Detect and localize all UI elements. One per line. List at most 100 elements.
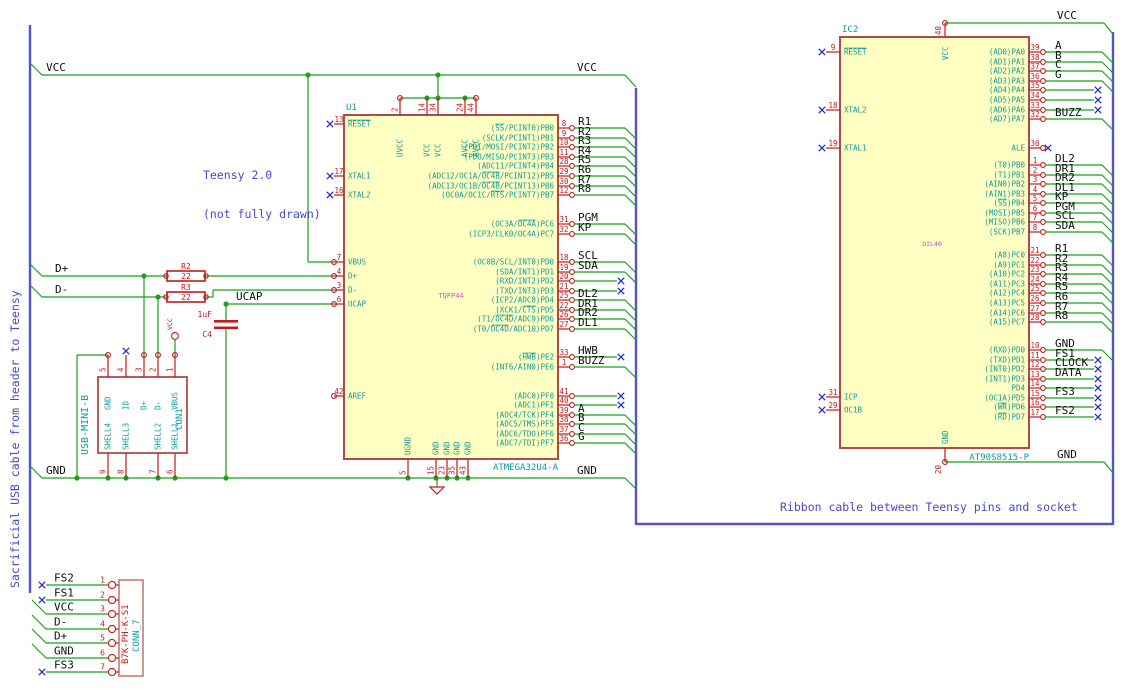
pin-number: 31 [559, 215, 568, 224]
pin-number: 15 [427, 466, 436, 475]
pin-name: GND [464, 441, 473, 455]
pin-name: GND [104, 396, 113, 410]
pin-number: 6 [100, 649, 105, 658]
pin-name: VBUS [348, 258, 367, 267]
pin-name: GND [453, 441, 462, 455]
pin-end-circle [1040, 78, 1046, 84]
pin-end-circle [569, 412, 575, 418]
pin-name: SHELL3 [122, 423, 131, 450]
connector-pad [107, 609, 117, 619]
net-label: R8 [578, 182, 591, 195]
bus-entry [1101, 164, 1114, 177]
pin-number: 30 [1030, 139, 1040, 148]
pin-name: (AD2)PA2 [989, 67, 1025, 76]
pin-number: 39 [1030, 43, 1039, 52]
pin-number: 2 [1033, 166, 1038, 175]
ground-symbol [428, 486, 446, 495]
pin-number: 1 [166, 367, 175, 372]
pin-name: AVCC [472, 139, 481, 157]
pin-number: 31 [828, 388, 837, 397]
note-teensy-line1: Teensy 2.0 [203, 168, 273, 182]
pin-name: ICP [844, 393, 858, 402]
pin-end-circle [1040, 210, 1046, 216]
pin-number: 21 [559, 282, 568, 291]
pin-number: 18 [559, 253, 569, 262]
pin-number: 9 [562, 129, 567, 138]
pin-number: 32 [559, 225, 568, 234]
pin-name: (A11)PC3 [989, 280, 1025, 289]
pin-end-circle [569, 421, 575, 427]
pin-number: 37 [1030, 62, 1039, 71]
pin-name: (T0/OC4D/ADC10)PD7 [473, 325, 554, 334]
pin-number: 24 [1030, 275, 1040, 284]
pin-end-circle [1040, 366, 1046, 372]
pin-number: 3 [337, 281, 342, 290]
bus-entry [1101, 312, 1114, 325]
pin-end-circle [1040, 262, 1046, 268]
bus-entry [624, 477, 637, 490]
junction-dot [305, 72, 311, 78]
pin-number: 41 [559, 387, 568, 396]
pin-name: (ICP3/CLK0/OC4A)PC7 [468, 230, 554, 239]
pin-number: 35 [1030, 81, 1039, 90]
pin-name: VBUS [171, 391, 180, 410]
bus-entry [1101, 212, 1114, 225]
pin-end-circle [1040, 59, 1046, 65]
pin-name: (SDA/INT1)PD1 [495, 268, 554, 277]
resistor-ref: R3 [181, 283, 191, 292]
pin-end-circle [1040, 97, 1046, 103]
connector-pad [107, 580, 117, 590]
net-label: D+ [54, 630, 68, 643]
pin-number: 5 [99, 367, 108, 372]
pin-name: (MISO)PB6 [984, 218, 1025, 227]
pin-number: 2 [391, 107, 400, 112]
resistor-value: 22 [181, 293, 191, 302]
pin-number: 2 [100, 591, 105, 600]
pin-number: 35 [448, 466, 457, 475]
bus-entry [1101, 254, 1114, 267]
pin-number: 23 [438, 466, 447, 475]
pin-number: 20 [934, 464, 943, 474]
bus-entry [624, 233, 637, 246]
pin-end-circle [1040, 181, 1046, 187]
bus-entry [1101, 174, 1114, 187]
pin-end-circle [1040, 319, 1046, 325]
pin-name: (HWB)PE2 [518, 353, 554, 362]
net-label: DL1 [578, 316, 598, 329]
pin-name: (AD1)PA1 [989, 58, 1025, 67]
pin-end-circle [1040, 219, 1046, 225]
bus-entry [624, 223, 637, 236]
pin-number: 40 [934, 25, 943, 35]
net-label: FS1 [54, 587, 74, 600]
bus-entry [624, 423, 637, 436]
u1-footprint: TQFP44 [438, 292, 463, 300]
pin-name: (T1)PB1 [993, 171, 1025, 180]
pin-number: 3 [135, 367, 144, 372]
connector-pad [107, 653, 117, 663]
vcc-power-flag-label: VCC [166, 318, 174, 330]
pin-number: 26 [559, 310, 569, 319]
bus-entry [624, 261, 637, 274]
pin-name: XTAL2 [844, 106, 867, 115]
pin-name: ID [122, 400, 131, 410]
pin-name: (ADC5/TMS)PF5 [495, 420, 554, 429]
pin-name: (ADC13/OC1B/OC4B/PCINT13)PB6 [428, 182, 555, 191]
net-label: VCC [54, 601, 74, 614]
resistor-value: 22 [181, 272, 191, 281]
pin-end-circle [1040, 290, 1046, 296]
pin-number: 43 [459, 466, 468, 475]
pin-name: AVCC [461, 139, 470, 157]
net-label: R8 [1055, 309, 1068, 322]
pin-name: D- [154, 401, 163, 410]
bus-entry [1101, 118, 1114, 131]
pin-number: 1 [1033, 156, 1038, 165]
pin-name: UGND [404, 436, 413, 455]
pin-name: D+ [140, 400, 149, 410]
pin-number: 12 [1030, 360, 1039, 369]
connector-pad [107, 638, 117, 648]
pin-number: 30 [559, 177, 569, 186]
pin-number: 37 [559, 425, 568, 434]
pin-number: 44 [467, 102, 476, 112]
pin-name: D+ [348, 272, 358, 281]
net-label: BUZZ [1055, 106, 1082, 119]
